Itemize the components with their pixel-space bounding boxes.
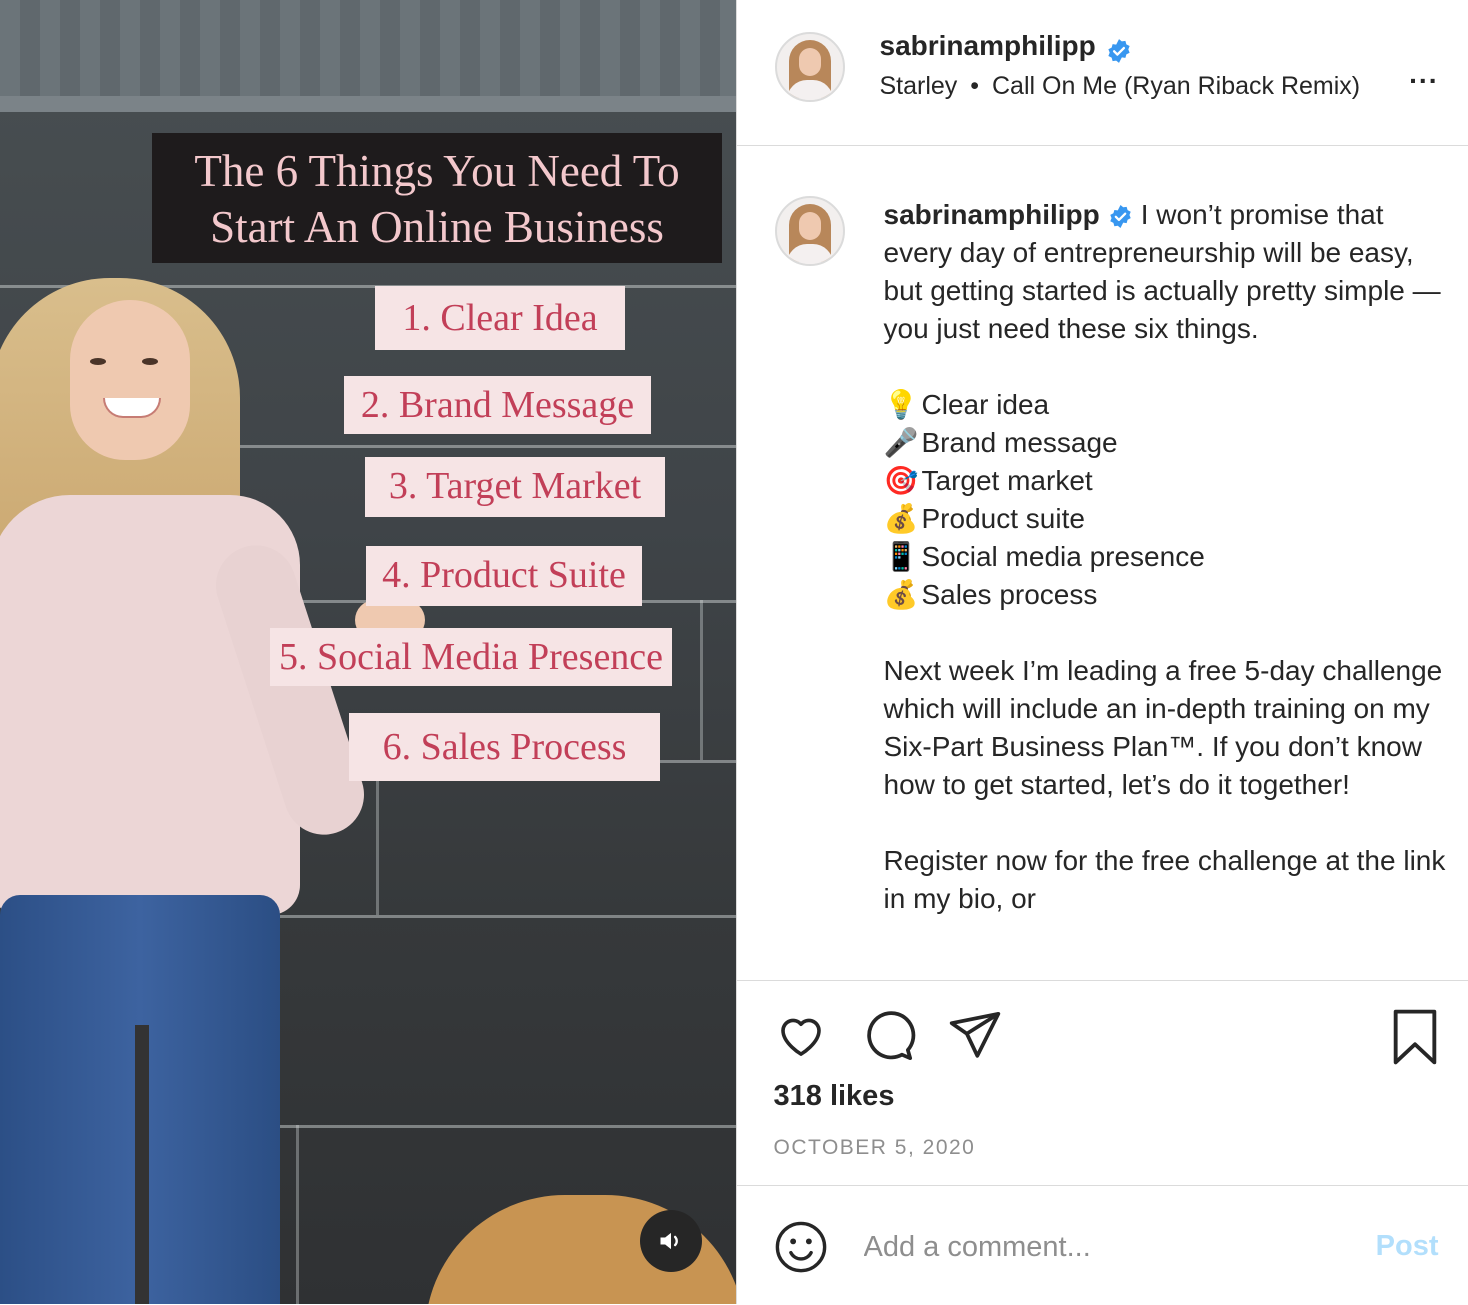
caption-list-item: 💰 Sales process	[884, 576, 1454, 614]
post-side-panel: sabrinamphilipp Starley • Call On Me (Ry…	[736, 0, 1468, 1304]
caption-username[interactable]: sabrinamphilipp	[884, 199, 1100, 230]
post-button[interactable]: Post	[1376, 1230, 1439, 1263]
caption-list-item: 💡 Clear idea	[884, 386, 1454, 424]
eye	[90, 358, 106, 365]
overlay-item: 5. Social Media Presence	[270, 628, 672, 686]
face	[70, 300, 190, 460]
comment-input[interactable]	[862, 1224, 1326, 1270]
speaker-icon[interactable]	[640, 1210, 702, 1272]
header-username-row: sabrinamphilipp	[880, 30, 1133, 64]
overlay-item: 1. Clear Idea	[375, 286, 625, 350]
caption-list-text: Brand message	[922, 427, 1118, 458]
brick-joint	[700, 600, 703, 760]
caption-list-item: 💰 Product suite	[884, 500, 1454, 538]
instagram-post: The 6 Things You Need To Start An Online…	[0, 0, 1468, 1304]
caption-list-text: Target market	[922, 465, 1093, 496]
audio-song[interactable]: Call On Me (Ryan Riback Remix)	[992, 72, 1360, 100]
verified-badge-icon	[1108, 204, 1133, 229]
comment-icon[interactable]	[860, 1008, 916, 1064]
share-icon[interactable]	[947, 1008, 1003, 1064]
post-caption: sabrinamphilipp I won’t promise that eve…	[884, 196, 1454, 918]
caption-intro-paragraph: sabrinamphilipp I won’t promise that eve…	[884, 196, 1454, 348]
caption-list-item: 🎯 Target market	[884, 462, 1454, 500]
caption-paragraph: Register now for the free challenge at t…	[884, 842, 1454, 918]
eye	[142, 358, 158, 365]
microphone-icon: 🎤	[884, 424, 914, 462]
avatar-face	[799, 48, 821, 76]
caption-list-item: 🎤 Brand message	[884, 424, 1454, 462]
caption-area: sabrinamphilipp I won’t promise that eve…	[737, 146, 1468, 981]
caption-list-item: 📱 Social media presence	[884, 538, 1454, 576]
post-header: sabrinamphilipp Starley • Call On Me (Ry…	[737, 0, 1468, 146]
jeans	[0, 895, 280, 1304]
post-date[interactable]: OCTOBER 5, 2020	[774, 1136, 976, 1160]
caption-spacer	[884, 348, 1454, 386]
caption-list-text: Product suite	[922, 503, 1085, 534]
target-icon: 🎯	[884, 462, 914, 500]
caption-list-text: Social media presence	[922, 541, 1205, 572]
caption-avatar[interactable]	[775, 196, 845, 266]
overlay-item: 2. Brand Message	[344, 376, 651, 434]
overlay-title: The 6 Things You Need To Start An Online…	[152, 133, 722, 263]
post-video[interactable]: The 6 Things You Need To Start An Online…	[0, 0, 736, 1304]
action-bar	[737, 1000, 1468, 1070]
overlay-title-line: The 6 Things You Need To	[152, 133, 722, 199]
lightbulb-icon: 💡	[884, 386, 914, 424]
roof-eave	[0, 0, 736, 96]
avatar[interactable]	[775, 32, 845, 102]
caption-spacer	[884, 804, 1454, 842]
caption-list-text: Clear idea	[922, 389, 1050, 420]
caption-list-text: Sales process	[922, 579, 1098, 610]
audio-artist[interactable]: Starley	[880, 72, 958, 100]
header-username[interactable]: sabrinamphilipp	[880, 30, 1096, 61]
phone-icon: 📱	[884, 538, 914, 576]
overlay-item: 6. Sales Process	[349, 713, 660, 781]
brick-joint	[376, 760, 379, 915]
more-options-icon[interactable]: ...	[1409, 58, 1438, 90]
overlay-title-line: Start An Online Business	[152, 199, 722, 255]
bookmark-icon[interactable]	[1390, 1008, 1440, 1066]
overlay-item: 4. Product Suite	[366, 546, 642, 606]
verified-badge-icon	[1106, 38, 1132, 64]
jeans-gap	[135, 1025, 149, 1304]
likes-count[interactable]: 318 likes	[774, 1080, 895, 1113]
money-bag-icon: 💰	[884, 500, 914, 538]
comment-bar: Post	[737, 1185, 1468, 1305]
audio-info: Starley • Call On Me (Ryan Riback Remix)	[880, 72, 1361, 101]
overlay-item: 3. Target Market	[365, 457, 665, 517]
audio-separator: •	[970, 72, 979, 100]
avatar-face	[799, 212, 821, 240]
money-bag-icon: 💰	[884, 576, 914, 614]
emoji-icon[interactable]	[774, 1220, 828, 1274]
speaker-icon-graphic	[657, 1227, 685, 1255]
roof-trim	[0, 96, 736, 112]
caption-paragraph: Next week I’m leading a free 5-day chall…	[884, 652, 1454, 804]
caption-spacer	[884, 614, 1454, 652]
heart-icon[interactable]	[774, 1008, 828, 1062]
brick-joint	[296, 1125, 299, 1304]
